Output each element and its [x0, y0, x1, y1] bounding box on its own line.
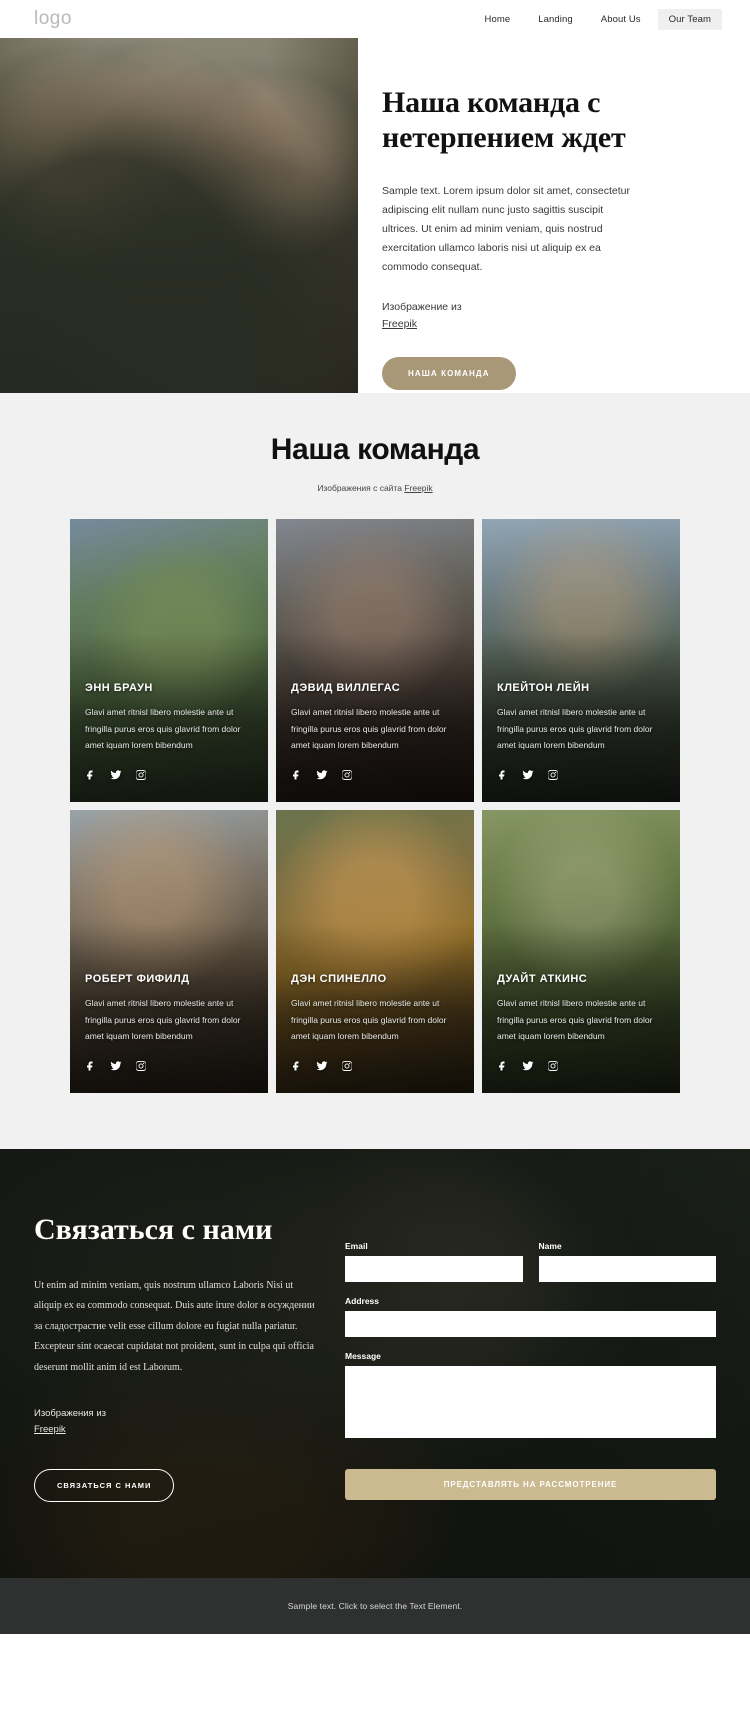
hero-cta-button[interactable]: НАША КОМАНДА: [382, 356, 516, 390]
facebook-icon[interactable]: [497, 1059, 509, 1077]
page-root: logo Home Landing About Us Our Team Наша…: [0, 0, 750, 1634]
message-textarea[interactable]: [345, 1366, 716, 1438]
contact-image-credit: Изображения из Freepik: [34, 1406, 319, 1438]
email-input[interactable]: [345, 1256, 523, 1282]
site-header: logo Home Landing About Us Our Team: [0, 0, 750, 38]
social-links: [497, 1059, 665, 1077]
hero-section: Наша команда с нетерпением ждет Sample t…: [0, 38, 750, 393]
address-field-group: Address: [345, 1296, 716, 1337]
name-input[interactable]: [538, 1256, 716, 1282]
team-section-title: Наша команда: [270, 433, 480, 466]
team-member-name: РОБЕРТ ФИФИЛД: [85, 973, 190, 986]
main-navigation: Home Landing About Us Our Team: [474, 8, 722, 30]
team-card-content: ДЭВИД ВИЛЛЕГАС Glavi amet ritnisl libero…: [291, 682, 459, 786]
contact-paragraph: Ut enim ad minim veniam, quis nostrum ul…: [34, 1279, 315, 1373]
twitter-icon[interactable]: [522, 1059, 534, 1077]
team-member-description: Glavi amet ritnisl libero molestie ante …: [85, 707, 241, 751]
hero-credit-link[interactable]: Freepik: [382, 316, 702, 333]
team-member-description: Glavi amet ritnisl libero molestie ante …: [497, 998, 653, 1042]
instagram-icon[interactable]: [135, 768, 147, 786]
hero-image-credit: Изображение из Freepik: [382, 299, 702, 333]
team-card[interactable]: ДУАЙТ АТКИНС Glavi amet ritnisl libero m…: [482, 810, 680, 1093]
facebook-icon[interactable]: [85, 1059, 97, 1077]
hero-credit-text: Изображение из: [382, 301, 462, 314]
team-member-description: Glavi amet ritnisl libero molestie ante …: [85, 998, 241, 1042]
team-card-content: ДЭН СПИНЕЛЛО Glavi amet ritnisl libero m…: [291, 973, 459, 1077]
team-card[interactable]: ЭНН БРАУН Glavi amet ritnisl libero mole…: [70, 519, 268, 802]
contact-wrapper: Связаться с нами Ut enim ad minim veniam…: [0, 1213, 750, 1502]
nav-item-home[interactable]: Home: [474, 9, 522, 30]
submit-button[interactable]: ПРЕДСТАВЛЯТЬ НА РАССМОТРЕНИЕ: [345, 1469, 716, 1500]
contact-credit-link[interactable]: Freepik: [34, 1422, 319, 1438]
team-member-name: ДЭН СПИНЕЛЛО: [291, 973, 387, 986]
facebook-icon[interactable]: [85, 768, 97, 786]
contact-info: Связаться с нами Ut enim ad minim veniam…: [34, 1213, 319, 1502]
team-image-credit: Изображения с сайта Freepik: [0, 483, 750, 493]
contact-section: Связаться с нами Ut enim ad minim veniam…: [0, 1149, 750, 1578]
social-links: [291, 1059, 459, 1077]
team-card[interactable]: ДЭН СПИНЕЛЛО Glavi amet ritnisl libero m…: [276, 810, 474, 1093]
instagram-icon[interactable]: [547, 1059, 559, 1077]
team-grid: ЭНН БРАУН Glavi amet ritnisl libero mole…: [0, 519, 750, 1093]
address-label: Address: [345, 1296, 380, 1306]
team-credit-text: Изображения с сайта: [317, 483, 405, 493]
team-section: Наша команда Изображения с сайта Freepik…: [0, 393, 750, 1149]
social-links: [85, 768, 253, 786]
team-card-content: РОБЕРТ ФИФИЛД Glavi amet ritnisl libero …: [85, 973, 253, 1077]
contact-cta-button[interactable]: СВЯЗАТЬСЯ С НАМИ: [34, 1468, 175, 1502]
hero-title: Наша команда с нетерпением ждет: [382, 86, 626, 154]
team-card-content: ДУАЙТ АТКИНС Glavi amet ritnisl libero m…: [497, 973, 665, 1077]
team-card[interactable]: РОБЕРТ ФИФИЛД Glavi amet ritnisl libero …: [70, 810, 268, 1093]
team-credit-link[interactable]: Freepik: [404, 483, 432, 493]
team-card[interactable]: КЛЕЙТОН ЛЕЙН Glavi amet ritnisl libero m…: [482, 519, 680, 802]
team-member-name: ЭНН БРАУН: [85, 682, 153, 695]
email-field-group: Email: [345, 1241, 523, 1282]
contact-form: Email Name Address Message ПРЕДСТАВЛЯТЬ …: [345, 1213, 716, 1502]
name-label: Name: [538, 1241, 562, 1251]
form-row-address: Address: [345, 1296, 716, 1337]
twitter-icon[interactable]: [110, 1059, 122, 1077]
team-card-content: КЛЕЙТОН ЛЕЙН Glavi amet ritnisl libero m…: [497, 682, 665, 786]
site-logo[interactable]: logo: [34, 8, 72, 30]
facebook-icon[interactable]: [497, 768, 509, 786]
nav-item-landing[interactable]: Landing: [527, 9, 584, 30]
social-links: [291, 768, 459, 786]
twitter-icon[interactable]: [522, 768, 534, 786]
form-row-message: Message: [345, 1351, 716, 1443]
team-member-description: Glavi amet ritnisl libero molestie ante …: [497, 707, 653, 751]
name-field-group: Name: [538, 1241, 716, 1282]
social-links: [85, 1059, 253, 1077]
contact-title: Связаться с нами: [34, 1213, 273, 1246]
message-field-group: Message: [345, 1351, 716, 1443]
message-label: Message: [345, 1351, 381, 1361]
team-member-description: Glavi amet ritnisl libero molestie ante …: [291, 998, 447, 1042]
hero-content: Наша команда с нетерпением ждет Sample t…: [358, 38, 750, 393]
social-links: [497, 768, 665, 786]
instagram-icon[interactable]: [547, 768, 559, 786]
instagram-icon[interactable]: [135, 1059, 147, 1077]
team-member-name: ДЭВИД ВИЛЛЕГАС: [291, 682, 401, 695]
team-member-description: Glavi amet ritnisl libero molestie ante …: [291, 707, 447, 751]
nav-item-about-us[interactable]: About Us: [590, 9, 652, 30]
nav-item-our-team[interactable]: Our Team: [657, 8, 722, 30]
team-member-name: ДУАЙТ АТКИНС: [497, 973, 588, 986]
email-label: Email: [345, 1241, 368, 1251]
address-input[interactable]: [345, 1311, 716, 1337]
twitter-icon[interactable]: [316, 768, 328, 786]
facebook-icon[interactable]: [291, 1059, 303, 1077]
team-card[interactable]: ДЭВИД ВИЛЛЕГАС Glavi amet ritnisl libero…: [276, 519, 474, 802]
facebook-icon[interactable]: [291, 768, 303, 786]
form-row-email-name: Email Name: [345, 1241, 716, 1282]
team-member-name: КЛЕЙТОН ЛЕЙН: [497, 682, 590, 695]
contact-credit-text: Изображения из: [34, 1408, 107, 1420]
hero-paragraph: Sample text. Lorem ipsum dolor sit amet,…: [382, 184, 631, 274]
hero-image: [0, 38, 358, 393]
twitter-icon[interactable]: [316, 1059, 328, 1077]
site-footer: Sample text. Click to select the Text El…: [0, 1577, 750, 1634]
team-card-content: ЭНН БРАУН Glavi amet ritnisl libero mole…: [85, 682, 253, 786]
twitter-icon[interactable]: [110, 768, 122, 786]
instagram-icon[interactable]: [341, 1059, 353, 1077]
instagram-icon[interactable]: [341, 768, 353, 786]
